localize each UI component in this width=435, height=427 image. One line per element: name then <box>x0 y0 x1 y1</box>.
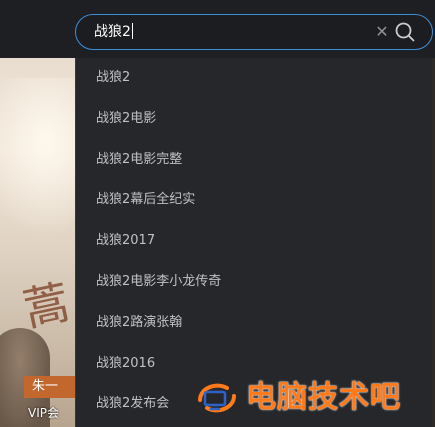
suggestion-list: 战狼2 战狼2电影 战狼2电影完整 战狼2幕后全纪实 战狼2017 战狼2电影李… <box>76 58 432 425</box>
close-icon[interactable]: ✕ <box>374 23 390 41</box>
text-caret <box>131 23 133 39</box>
search-input[interactable]: 战狼2 <box>94 22 354 42</box>
suggestion-item[interactable]: 战狼2幕后全纪实 <box>76 180 432 221</box>
search-box[interactable]: 战狼2 ✕ <box>75 14 433 50</box>
suggestion-item[interactable]: 战狼2017 <box>76 221 432 262</box>
watermark-text: 电脑技术吧 <box>246 380 401 415</box>
suggestion-item[interactable]: 战狼2电影李小龙传奇 <box>76 262 432 303</box>
suggestion-item[interactable]: 战狼2路演张翰 <box>76 303 432 344</box>
suggestion-item[interactable]: 战狼2电影完整 <box>76 140 432 181</box>
poster-vip-text: VIP会 <box>28 406 59 420</box>
suggestion-item[interactable]: 战狼2 <box>76 58 432 99</box>
poster-glow <box>0 78 75 238</box>
watermark-logo-icon <box>194 378 240 418</box>
watermark: 电脑技术吧 <box>194 378 434 418</box>
search-query: 战狼2 <box>94 24 131 40</box>
search-icon[interactable] <box>394 21 416 43</box>
poster-tag: 朱一 <box>24 376 75 398</box>
background-poster[interactable]: 蒿 朱一 VIP会 <box>0 58 75 427</box>
suggestion-item[interactable]: 战狼2电影 <box>76 99 432 140</box>
suggestion-dropdown: 战狼2 战狼2电影 战狼2电影完整 战狼2幕后全纪实 战狼2017 战狼2电影李… <box>75 58 432 427</box>
